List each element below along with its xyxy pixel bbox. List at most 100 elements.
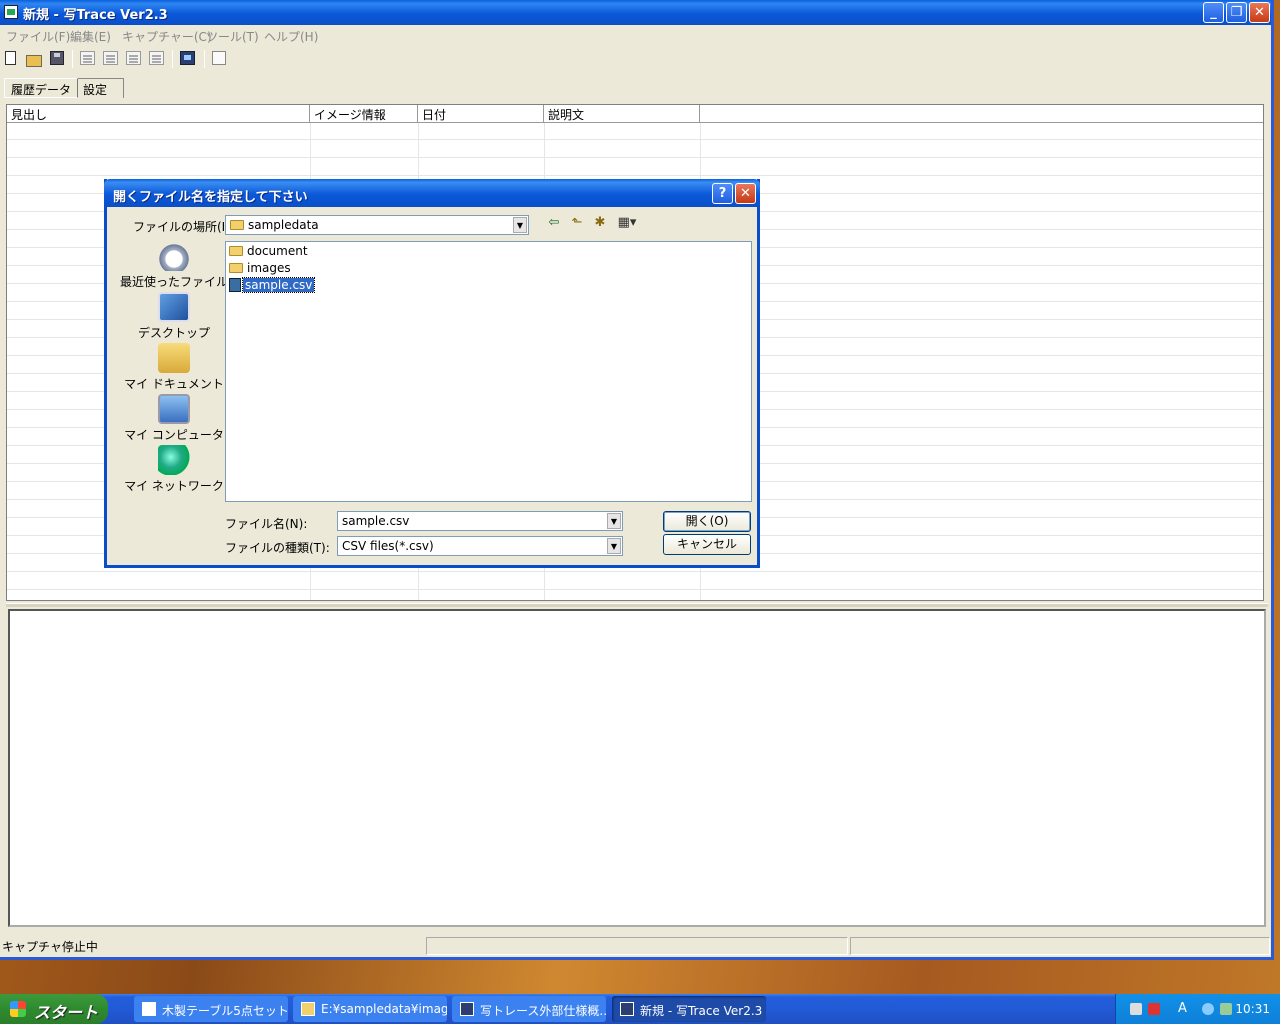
record-icon[interactable] [80, 51, 95, 65]
folder-icon [301, 1002, 315, 1016]
recent-files-icon [158, 241, 190, 271]
taskbar-item-label: 木製テーブル5点セット ... [162, 1004, 288, 1018]
detail-pane[interactable] [8, 609, 1266, 927]
look-in-combo[interactable]: sampledata ▼ [225, 215, 529, 235]
place-my-network-label: マイ ネットワーク [124, 479, 224, 493]
menu-help[interactable]: ヘルプ(H) [264, 28, 318, 45]
new-document-icon[interactable] [5, 51, 16, 65]
list-item[interactable]: document [229, 244, 308, 260]
menu-tools[interactable]: ツール(T) [206, 28, 259, 45]
place-desktop[interactable]: デスクトップ [119, 292, 229, 342]
column-header-description[interactable]: 説明文 [544, 105, 700, 123]
column-header-image-info[interactable]: イメージ情報 [310, 105, 418, 123]
list-item[interactable]: images [229, 261, 291, 277]
clock: 10:31 [1235, 1002, 1270, 1016]
window-title: 新規 - 写Trace Ver2.3 [23, 8, 168, 23]
menu-capture[interactable]: キャプチャー(C) [122, 28, 212, 45]
start-button[interactable]: スタート [0, 994, 108, 1024]
my-documents-icon [158, 343, 190, 373]
look-in-value: sampledata [248, 218, 319, 232]
back-icon[interactable]: ⇦ [545, 215, 563, 231]
taskbar: スタート 木製テーブル5点セット ... E:¥sampledata¥image… [0, 994, 1280, 1024]
menu-edit[interactable]: 編集(E) [70, 28, 111, 45]
ime-indicator[interactable]: A [1178, 1001, 1187, 1016]
place-my-computer[interactable]: マイ コンピュータ [119, 394, 229, 444]
status-bar: キャプチャ停止中 [0, 937, 1271, 957]
folder-icon [230, 220, 244, 230]
close-button[interactable]: ✕ [1249, 2, 1270, 23]
my-computer-icon [158, 394, 190, 424]
place-recent[interactable]: 最近使ったファイル [119, 241, 229, 291]
place-recent-label: 最近使ったファイル [119, 275, 228, 289]
filename-label: ファイル名(N): [225, 517, 308, 531]
list-item[interactable]: sample.csv [229, 277, 316, 294]
open-file-dialog: 開くファイル名を指定して下さい ? ✕ ファイルの場所(I): sampleda… [104, 179, 760, 568]
restore-button[interactable]: ❐ [1226, 2, 1247, 23]
column-header-filler [700, 105, 1263, 123]
place-my-documents[interactable]: マイ ドキュメント [119, 343, 229, 393]
title-bar[interactable]: 新規 - 写Trace Ver2.3 _ ❐ ✕ [0, 0, 1271, 25]
record-insert-icon[interactable] [126, 51, 141, 65]
dialog-title-bar[interactable]: 開くファイル名を指定して下さい ? ✕ [104, 179, 760, 207]
security-icon[interactable] [1148, 1003, 1160, 1015]
desktop-icon [158, 292, 190, 322]
my-network-icon [158, 445, 190, 475]
tab-strip: 履歴データ 設定 [2, 78, 1270, 100]
column-header-heading[interactable]: 見出し [7, 105, 310, 123]
app-icon [460, 1002, 474, 1016]
toolbar-separator [172, 50, 173, 68]
chevron-down-icon[interactable]: ▼ [607, 513, 621, 529]
filetype-value: CSV files(*.csv) [342, 539, 434, 553]
file-list[interactable]: document images sample.csv [225, 241, 752, 502]
menu-file[interactable]: ファイル(F) [6, 28, 70, 45]
minimize-button[interactable]: _ [1203, 2, 1224, 23]
chevron-down-icon[interactable]: ▼ [513, 217, 527, 233]
taskbar-item-spec[interactable]: 写トレース外部仕様概... [452, 996, 606, 1022]
capture-icon[interactable] [180, 51, 195, 65]
new-folder-icon[interactable]: ✱ [591, 215, 609, 231]
keyboard-icon[interactable] [1130, 1003, 1142, 1015]
toolbar-separator [72, 50, 73, 68]
toolbar [0, 46, 1271, 72]
filename-value: sample.csv [342, 514, 410, 528]
open-folder-icon[interactable] [26, 51, 42, 67]
place-my-network[interactable]: マイ ネットワーク [119, 445, 229, 495]
grid-row-line [7, 571, 1263, 572]
chevron-down-icon[interactable]: ▼ [607, 538, 621, 554]
csv-file-icon [229, 278, 241, 292]
grid-row-line [7, 175, 1263, 176]
status-panel-3 [850, 937, 1270, 955]
grid-row-line [7, 139, 1263, 140]
pane-splitter[interactable] [6, 603, 1268, 607]
tab-settings[interactable]: 設定 [76, 78, 124, 98]
record-edit-icon[interactable] [103, 51, 118, 65]
up-folder-icon[interactable]: ⬑ [568, 215, 586, 231]
help-button[interactable]: ? [712, 183, 733, 204]
look-in-label: ファイルの場所(I): [133, 220, 234, 234]
taskbar-item-label: 新規 - 写Trace Ver2.3 [640, 1004, 763, 1018]
dialog-close-button[interactable]: ✕ [735, 183, 756, 204]
system-tray: A 10:31 [1115, 994, 1280, 1024]
expand-tray-icon[interactable] [1202, 1003, 1214, 1015]
start-label: スタート [34, 1003, 99, 1022]
file-name: images [247, 261, 291, 275]
network-icon[interactable] [1220, 1003, 1232, 1015]
filetype-select[interactable]: CSV files(*.csv) ▼ [337, 536, 623, 556]
status-text: キャプチャ停止中 [2, 940, 98, 954]
cancel-button[interactable]: キャンセル [663, 534, 751, 555]
save-icon[interactable] [50, 51, 64, 65]
taskbar-item-document[interactable]: 木製テーブル5点セット ... [134, 996, 288, 1022]
column-header-date[interactable]: 日付 [418, 105, 544, 123]
document-icon [142, 1002, 156, 1016]
tab-history-data[interactable]: 履歴データ [4, 78, 79, 98]
filename-input[interactable]: sample.csv ▼ [337, 511, 623, 531]
app-icon [4, 5, 18, 19]
view-menu-icon[interactable]: ▦▾ [615, 215, 639, 231]
window-icon[interactable] [212, 51, 226, 65]
record-delete-icon[interactable] [149, 51, 164, 65]
taskbar-item-explorer[interactable]: E:¥sampledata¥images [293, 996, 447, 1022]
taskbar-item-label: E:¥sampledata¥images [321, 1002, 447, 1016]
taskbar-item-shatrace[interactable]: 新規 - 写Trace Ver2.3 [612, 996, 766, 1022]
open-button[interactable]: 開く(O) [663, 511, 751, 532]
dialog-title: 開くファイル名を指定して下さい [113, 190, 308, 205]
